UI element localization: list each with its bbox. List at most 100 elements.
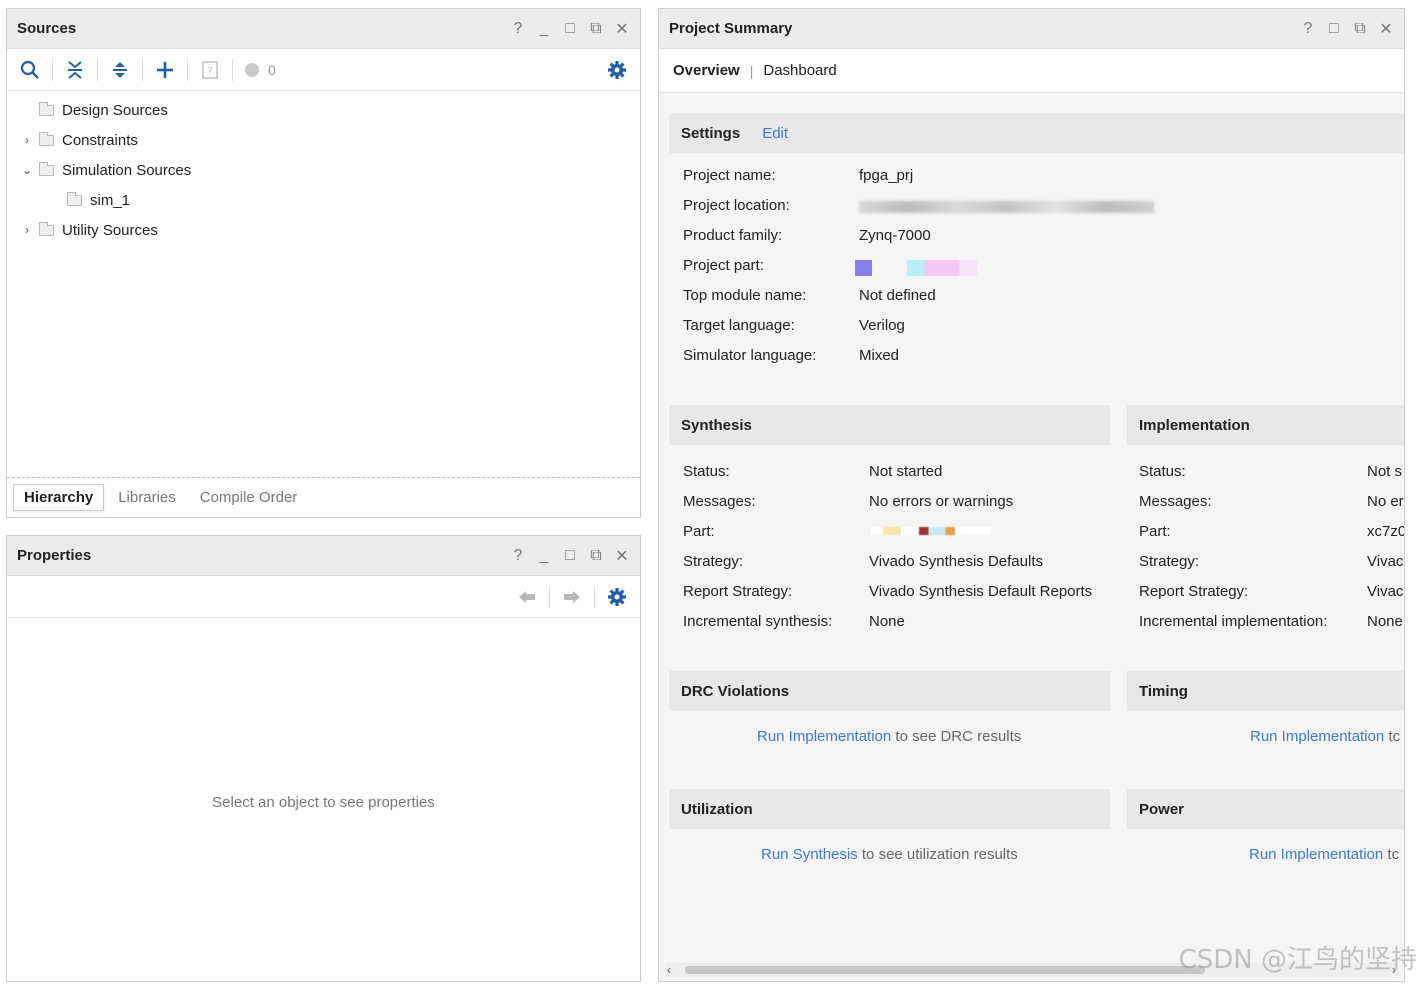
edit-settings-link[interactable]: Edit bbox=[762, 125, 788, 142]
timing-message: Run Implementation tc bbox=[1250, 728, 1400, 745]
chevron-right-icon[interactable]: › bbox=[19, 133, 35, 147]
chevron-right-icon[interactable]: › bbox=[19, 223, 35, 237]
properties-window-controls: ? _ □ ⧉ ✕ bbox=[510, 546, 630, 566]
project-part-redacted bbox=[907, 260, 977, 276]
run-implementation-link[interactable]: Run Implementation bbox=[1249, 846, 1383, 863]
top-module-link[interactable]: Not defined bbox=[859, 287, 936, 304]
tree-item-sim-1[interactable]: sim_1 bbox=[7, 185, 640, 215]
tree-item-constraints[interactable]: › Constraints bbox=[7, 125, 640, 155]
error-count: 0 bbox=[268, 61, 276, 78]
minimize-icon[interactable]: _ bbox=[536, 20, 552, 38]
gear-icon[interactable] bbox=[602, 582, 632, 612]
help-icon[interactable]: ? bbox=[510, 547, 526, 565]
scrollbar-thumb[interactable] bbox=[685, 966, 1205, 974]
project-location-redacted bbox=[859, 201, 1154, 213]
tree-item-design-sources[interactable]: Design Sources bbox=[7, 95, 640, 125]
incremental-implementation-link[interactable]: None bbox=[1367, 613, 1403, 630]
folder-icon bbox=[39, 221, 54, 236]
implementation-label: Part: bbox=[1139, 523, 1171, 540]
sources-toolbar: ? 0 bbox=[7, 49, 640, 91]
tree-item-label: Constraints bbox=[62, 131, 138, 149]
utilization-section-header: Utilization bbox=[669, 789, 1110, 829]
utilization-message: Run Synthesis to see utilization results bbox=[761, 846, 1018, 863]
implementation-messages-value: No er bbox=[1367, 493, 1404, 510]
tab-hierarchy[interactable]: Hierarchy bbox=[13, 484, 105, 511]
implementation-section-header: Implementation bbox=[1127, 405, 1404, 445]
error-counter[interactable]: 0 bbox=[240, 55, 280, 85]
project-name-value: fpga_prj bbox=[859, 167, 914, 184]
tree-item-simulation-sources[interactable]: ⌄ Simulation Sources bbox=[7, 155, 640, 185]
tab-overview[interactable]: Overview bbox=[673, 62, 740, 79]
summary-header: Project Summary ? □ ⧉ ✕ bbox=[659, 9, 1404, 49]
folder-icon bbox=[39, 131, 54, 146]
help-icon[interactable]: ? bbox=[510, 20, 526, 38]
synthesis-status-value: Not started bbox=[869, 463, 943, 480]
scroll-left-icon[interactable]: ‹ bbox=[667, 963, 671, 977]
sources-tree: Design Sources › Constraints ⌄ Simulatio… bbox=[7, 91, 640, 249]
setting-label: Product family: bbox=[683, 227, 783, 244]
toolbar-divider bbox=[594, 585, 595, 608]
forward-arrow-icon[interactable] bbox=[557, 582, 587, 612]
run-implementation-link[interactable]: Run Implementation bbox=[757, 728, 891, 745]
power-message: Run Implementation tc bbox=[1249, 846, 1399, 863]
synthesis-report-strategy-link[interactable]: Vivado Synthesis Default Reports bbox=[869, 583, 1092, 600]
tree-item-label: Utility Sources bbox=[62, 221, 158, 239]
summary-view-tabs: Overview | Dashboard bbox=[659, 49, 1404, 93]
toolbar-divider bbox=[187, 58, 188, 81]
target-language-link[interactable]: Verilog bbox=[859, 317, 905, 334]
synthesis-strategy-link[interactable]: Vivado Synthesis Defaults bbox=[869, 553, 1043, 570]
synthesis-heading: Synthesis bbox=[681, 416, 752, 434]
synthesis-label: Strategy: bbox=[683, 553, 744, 570]
back-arrow-icon[interactable] bbox=[512, 582, 542, 612]
implementation-strategy-link[interactable]: Vivac bbox=[1367, 553, 1403, 570]
synthesis-label: Part: bbox=[683, 523, 715, 540]
implementation-label: Report Strategy: bbox=[1139, 583, 1249, 600]
toolbar-divider bbox=[52, 58, 53, 81]
properties-title: Properties bbox=[17, 547, 92, 564]
tab-separator: | bbox=[749, 62, 754, 79]
maximize-icon[interactable]: □ bbox=[1326, 20, 1342, 38]
incremental-synthesis-link[interactable]: None bbox=[869, 613, 905, 630]
tab-libraries[interactable]: Libraries bbox=[108, 485, 186, 510]
implementation-label: Status: bbox=[1139, 463, 1186, 480]
sources-panel: Sources ? _ □ ⧉ ✕ ? 0 Design Sources › C… bbox=[6, 8, 641, 518]
drc-hint: to see DRC results bbox=[895, 728, 1022, 745]
close-icon[interactable]: ✕ bbox=[614, 546, 630, 566]
run-implementation-link[interactable]: Run Implementation bbox=[1250, 728, 1384, 745]
implementation-part-value: xc7z0 bbox=[1367, 523, 1405, 540]
add-sources-icon[interactable] bbox=[150, 55, 180, 85]
utilization-heading: Utilization bbox=[681, 800, 753, 818]
setting-label: Project part: bbox=[683, 257, 764, 274]
tree-item-label: Simulation Sources bbox=[62, 161, 192, 179]
float-icon[interactable]: ⧉ bbox=[1352, 20, 1368, 38]
close-icon[interactable]: ✕ bbox=[614, 19, 630, 39]
tab-compile-order[interactable]: Compile Order bbox=[190, 485, 308, 510]
tab-dashboard[interactable]: Dashboard bbox=[763, 62, 836, 79]
setting-label: Top module name: bbox=[683, 287, 807, 304]
tree-item-utility-sources[interactable]: › Utility Sources bbox=[7, 215, 640, 245]
search-icon[interactable] bbox=[15, 55, 45, 85]
unknown-file-icon[interactable]: ? bbox=[195, 55, 225, 85]
implementation-label: Strategy: bbox=[1139, 553, 1200, 570]
close-icon[interactable]: ✕ bbox=[1378, 19, 1394, 39]
chevron-down-icon[interactable]: ⌄ bbox=[19, 163, 35, 177]
timing-heading: Timing bbox=[1139, 682, 1188, 700]
implementation-report-strategy-link[interactable]: Vivac bbox=[1367, 583, 1403, 600]
maximize-icon[interactable]: □ bbox=[562, 20, 578, 38]
minimize-icon[interactable]: _ bbox=[536, 547, 552, 565]
collapse-all-icon[interactable] bbox=[60, 55, 90, 85]
summary-title: Project Summary bbox=[669, 20, 793, 37]
help-icon[interactable]: ? bbox=[1300, 20, 1316, 38]
expand-all-icon[interactable] bbox=[105, 55, 135, 85]
maximize-icon[interactable]: □ bbox=[562, 547, 578, 565]
simulator-language-link[interactable]: Mixed bbox=[859, 347, 899, 364]
summary-window-controls: ? □ ⧉ ✕ bbox=[1300, 19, 1394, 39]
gear-icon[interactable] bbox=[602, 55, 632, 85]
status-circle-icon bbox=[245, 62, 259, 77]
svg-text:?: ? bbox=[207, 66, 212, 77]
float-icon[interactable]: ⧉ bbox=[588, 547, 604, 565]
sources-window-controls: ? _ □ ⧉ ✕ bbox=[510, 19, 630, 39]
float-icon[interactable]: ⧉ bbox=[588, 20, 604, 38]
toolbar-divider bbox=[232, 58, 233, 81]
run-synthesis-link[interactable]: Run Synthesis bbox=[761, 846, 858, 863]
